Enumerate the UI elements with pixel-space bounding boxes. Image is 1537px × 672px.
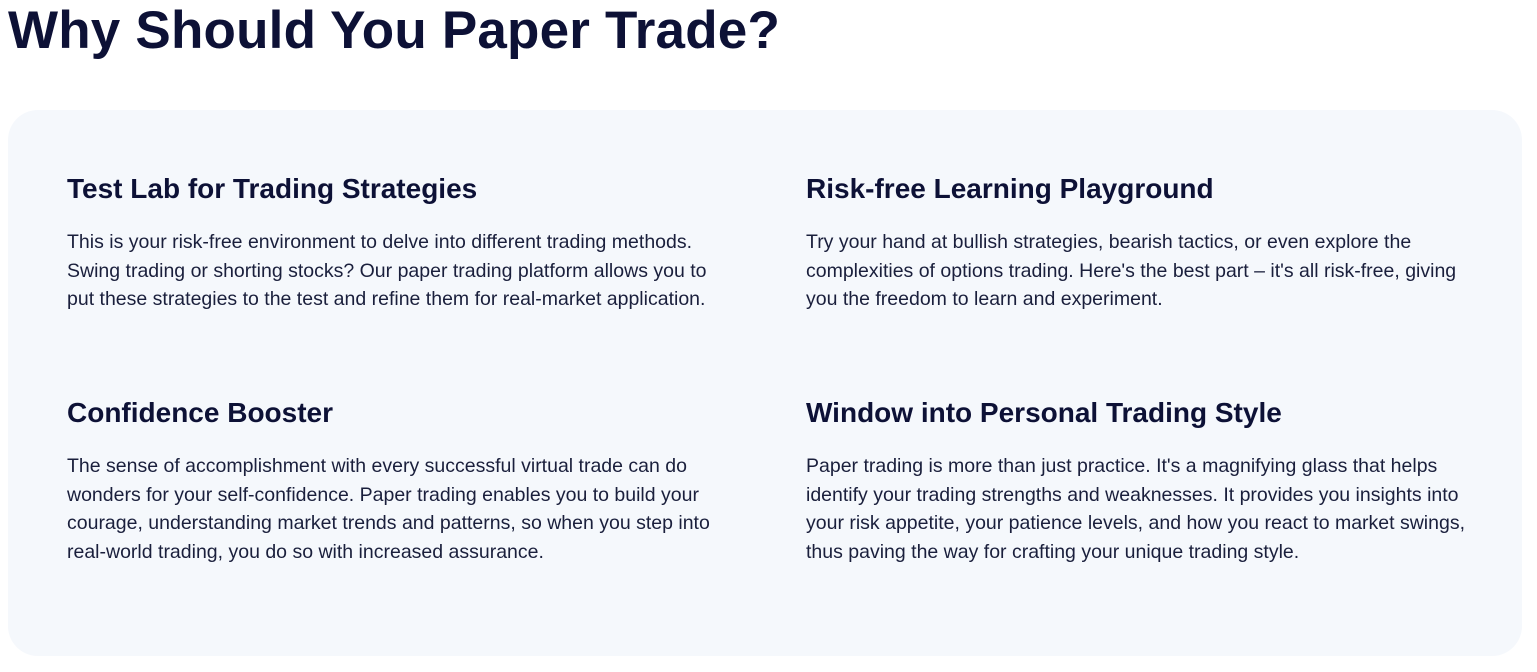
feature-description: Try your hand at bullish strategies, bea… (806, 231, 1457, 311)
feature-test-lab: Test Lab for Trading Strategies This is … (67, 172, 737, 314)
page-title: Why Should You Paper Trade? (8, 1, 781, 60)
feature-heading: Confidence Booster (67, 397, 334, 428)
feature-heading: Test Lab for Trading Strategies (67, 173, 478, 204)
feature-description: Paper trading is more than just practice… (806, 455, 1465, 564)
feature-description: This is your risk-free environment to de… (67, 231, 707, 311)
feature-trading-style: Window into Personal Trading Style Paper… (806, 396, 1476, 567)
features-card: Test Lab for Trading Strategies This is … (8, 110, 1522, 656)
feature-heading: Risk-free Learning Playground (806, 173, 1214, 204)
feature-risk-free-learning: Risk-free Learning Playground Try your h… (806, 172, 1476, 314)
feature-heading: Window into Personal Trading Style (806, 397, 1282, 428)
feature-description: The sense of accomplishment with every s… (67, 455, 710, 564)
feature-confidence-booster: Confidence Booster The sense of accompli… (67, 396, 737, 567)
